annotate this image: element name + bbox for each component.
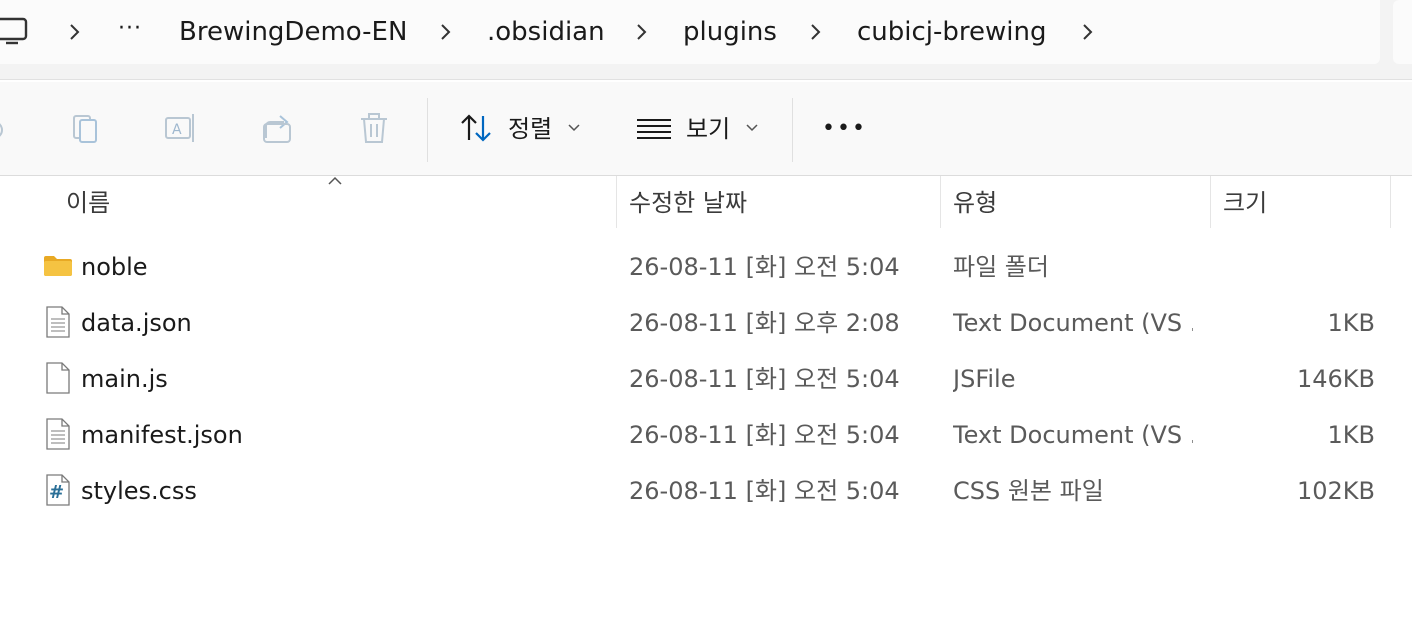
- file-modified: 26-08-11 [화] 오후 2:08: [629, 309, 900, 337]
- breadcrumb-item-obsidian[interactable]: .obsidian: [487, 14, 605, 50]
- column-header-row: 이름 수정한 날짜 유형 크기: [0, 176, 1412, 228]
- chevron-down-icon: [568, 124, 580, 132]
- file-row[interactable]: data.json 26-08-11 [화] 오후 2:08 Text Docu…: [0, 294, 1412, 350]
- view-label: 보기: [686, 115, 731, 143]
- text-file-icon: [46, 306, 70, 338]
- chevron-right-icon[interactable]: [67, 22, 81, 42]
- rename-icon[interactable]: A: [163, 110, 199, 146]
- text-file-icon: [46, 418, 70, 450]
- css-file-icon: #: [46, 474, 70, 506]
- file-type: JSFile: [953, 365, 1016, 393]
- file-list: noble 26-08-11 [화] 오전 5:04 파일 폴더 data.js…: [0, 238, 1412, 518]
- sort-icon: [461, 114, 491, 142]
- column-header-modified[interactable]: 수정한 날짜: [617, 176, 940, 228]
- file-modified: 26-08-11 [화] 오전 5:04: [629, 477, 900, 505]
- column-header-name-label: 이름: [66, 189, 111, 217]
- file-name: data.json: [81, 309, 192, 337]
- file-size: 1KB: [1327, 309, 1375, 337]
- file-modified: 26-08-11 [화] 오전 5:04: [629, 253, 900, 281]
- file-row[interactable]: manifest.json 26-08-11 [화] 오전 5:04 Text …: [0, 406, 1412, 462]
- blank-file-icon: [46, 362, 70, 394]
- column-header-type-label: 유형: [953, 189, 998, 217]
- delete-icon[interactable]: [356, 110, 392, 146]
- file-type: CSS 원본 파일: [953, 477, 1104, 505]
- cut-icon[interactable]: [0, 110, 12, 146]
- breadcrumb-overflow-button[interactable]: ···: [118, 16, 142, 41]
- address-bar: ··· BrewingDemo-EN .obsidian plugins cub…: [0, 0, 1412, 80]
- file-modified: 26-08-11 [화] 오전 5:04: [629, 421, 900, 449]
- breadcrumb-item-plugins[interactable]: plugins: [683, 14, 777, 50]
- column-resize-handle[interactable]: [1390, 176, 1391, 228]
- file-size: 1KB: [1327, 421, 1375, 449]
- file-row[interactable]: # styles.css 26-08-11 [화] 오전 5:04 CSS 원본…: [0, 462, 1412, 518]
- toolbar-divider: [427, 98, 428, 162]
- file-type: Text Document (VS ...: [953, 309, 1193, 337]
- file-type: Text Document (VS ...: [953, 421, 1193, 449]
- sort-label: 정렬: [508, 115, 553, 143]
- copy-icon[interactable]: [68, 110, 104, 146]
- command-bar: A 정렬 보기 •••: [0, 82, 1412, 176]
- toolbar-divider: [792, 98, 793, 162]
- file-name: styles.css: [81, 477, 197, 505]
- breadcrumb[interactable]: ··· BrewingDemo-EN .obsidian plugins cub…: [0, 0, 1380, 64]
- chevron-right-icon[interactable]: [634, 22, 648, 42]
- file-modified: 26-08-11 [화] 오전 5:04: [629, 365, 900, 393]
- chevron-right-icon[interactable]: [808, 22, 822, 42]
- chevron-right-icon[interactable]: [1080, 22, 1094, 42]
- column-header-modified-label: 수정한 날짜: [629, 189, 748, 217]
- chevron-right-icon[interactable]: [438, 22, 452, 42]
- breadcrumb-item-brewingdemo[interactable]: BrewingDemo-EN: [179, 14, 407, 50]
- file-size: 146KB: [1296, 365, 1375, 393]
- view-icon: [637, 119, 671, 139]
- file-name: manifest.json: [81, 421, 243, 449]
- svg-text:A: A: [172, 122, 182, 138]
- column-header-size-label: 크기: [1223, 189, 1268, 217]
- search-box[interactable]: [1393, 0, 1412, 64]
- more-options-button[interactable]: •••: [822, 112, 867, 146]
- folder-icon: [44, 256, 72, 276]
- file-row[interactable]: noble 26-08-11 [화] 오전 5:04 파일 폴더: [0, 238, 1412, 294]
- file-row[interactable]: main.js 26-08-11 [화] 오전 5:04 JSFile 146K…: [0, 350, 1412, 406]
- file-size: 102KB: [1296, 477, 1375, 505]
- file-name: main.js: [81, 365, 168, 393]
- file-name: noble: [81, 253, 148, 281]
- computer-icon[interactable]: [0, 16, 30, 46]
- svg-text:#: #: [49, 482, 64, 503]
- column-header-type[interactable]: 유형: [941, 176, 1210, 228]
- chevron-down-icon: [746, 124, 758, 132]
- breadcrumb-item-cubicj-brewing[interactable]: cubicj-brewing: [857, 14, 1047, 50]
- column-header-size[interactable]: 크기: [1211, 176, 1390, 228]
- column-header-name[interactable]: 이름: [0, 176, 616, 228]
- share-icon[interactable]: [260, 110, 296, 146]
- file-type: 파일 폴더: [953, 253, 1049, 281]
